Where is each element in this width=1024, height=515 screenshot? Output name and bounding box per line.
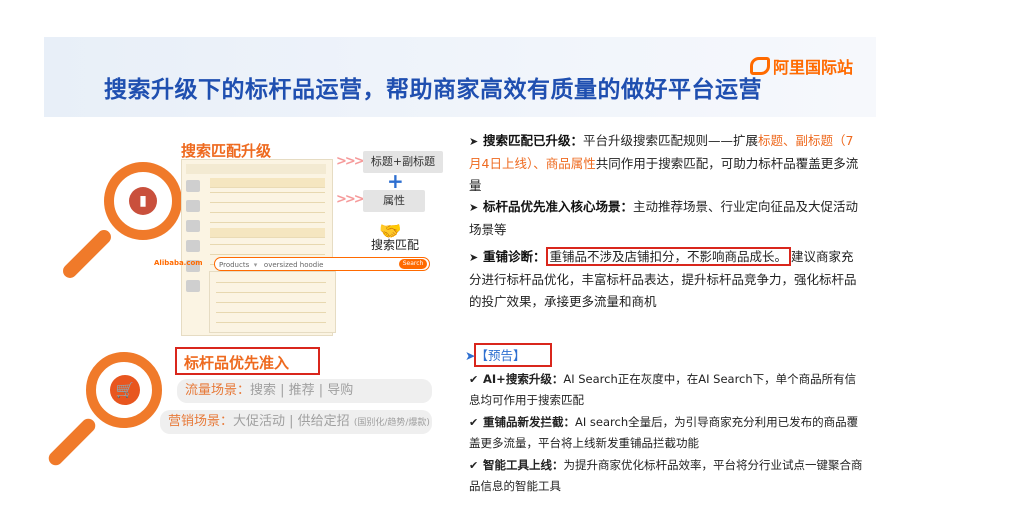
search-upgrade-label: 搜索匹配升级 [181, 142, 272, 160]
slide: 搜索升级下的标杆品运营，帮助商家高效有质量的做好平台运营 阿里国际站 ▮ 🛒 搜… [44, 37, 876, 492]
plus-icon: + [387, 169, 404, 193]
notice-label: ➤【预告】 [465, 348, 526, 363]
search-query: oversized hoodie [263, 261, 324, 269]
pill-attribute: 属性 [363, 190, 425, 212]
traffic-scene: 流量场景：搜索 | 推荐 | 导购 [177, 379, 432, 403]
alibaba-logo-icon [750, 57, 770, 75]
point-benchmark-scenes: ➤ 标杆品优先准入核心场景：主动推荐场景、行业定向征品及大促活动场景等 [469, 199, 859, 237]
point-relist-diagnosis: ➤ 重铺诊断： 重铺品不涉及店铺扣分，不影响商品成长。 建议商家充分进行标杆品优化，丰… [469, 247, 857, 309]
chevrons-icon: >>> [336, 192, 365, 207]
brand-logo: 阿里国际站 [750, 54, 853, 78]
attribute-table [209, 271, 336, 333]
list-item: ✔ AI+搜索升级：AI Search正在灰度中，在AI Search下，单个商品… [469, 372, 857, 407]
benchmark-label: 标杆品优先准入 [184, 354, 290, 372]
search-category: Products [219, 261, 250, 269]
notice-list: ✔ AI+搜索升级：AI Search正在灰度中，在AI Search下，单个商品… [469, 369, 864, 492]
list-item: ✔ 重铺品新发拦截：AI search全量后，为引导商家充分利用已发布的商品覆盖更… [469, 415, 859, 450]
page-title: 搜索升级下的标杆品运营，帮助商家高效有质量的做好平台运营 [104, 77, 762, 103]
brand-name: 阿里国际站 [773, 58, 854, 77]
bookmark-icon: ▮ [129, 187, 157, 215]
cart-icon: 🛒 [110, 375, 140, 405]
search-match-label: 搜索匹配 [371, 238, 420, 252]
search-input[interactable]: Products ▾ oversized hoodie Search [214, 257, 430, 271]
chevrons-icon: >>> [336, 154, 365, 169]
search-button[interactable]: Search [399, 259, 427, 269]
alibaba-small-logo: Alibaba.com [154, 259, 203, 267]
point-search-match: ➤ 搜索匹配已升级：平台升级搜索匹配规则——扩展标题、副标题（7月4日上线）、商品… [469, 133, 859, 193]
marketing-scene: 营销场景：大促活动 | 供给定招 (国别化/趋势/爆款) [160, 410, 432, 434]
list-item: ✔ 智能工具上线：为提升商家优化标杆品效率，平台将分行业试点一键聚合商品信息的智能… [469, 458, 863, 492]
